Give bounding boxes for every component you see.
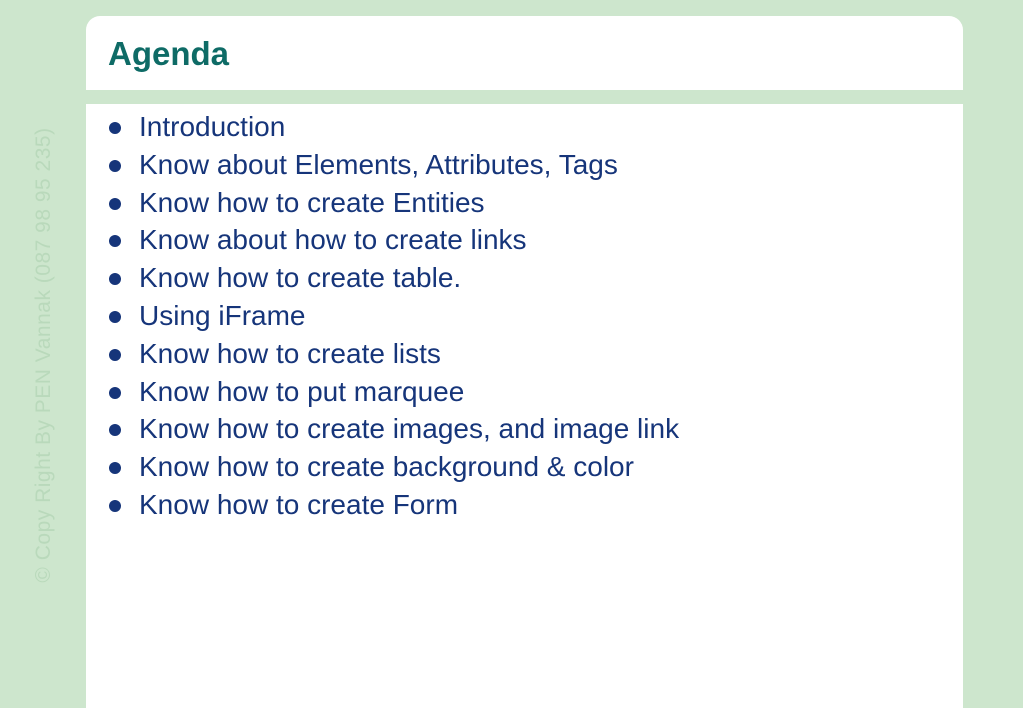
bullet-icon: [109, 386, 121, 399]
agenda-item-label: Know about Elements, Attributes, Tags: [139, 148, 618, 180]
agenda-item-label: Know how to create table.: [139, 262, 462, 294]
bullet-icon: [109, 424, 121, 437]
bullet-icon: [109, 122, 121, 134]
agenda-item-label: Know about how to create links: [139, 224, 527, 256]
agenda-item-label: Know how to create lists: [139, 337, 441, 369]
bullet-icon: [109, 462, 121, 475]
agenda-item-label: Using iFrame: [139, 299, 306, 331]
agenda-item-label: Introduction: [139, 111, 286, 142]
bullet-icon: [109, 197, 121, 210]
slide-background: © Copy Right By PEN Vannak (087 98 95 23…: [0, 0, 1023, 708]
bullet-icon: [109, 499, 121, 512]
content-panel: Introduction Know about Elements, Attrib…: [86, 104, 963, 708]
agenda-item-label: Know how to put marquee: [139, 375, 465, 407]
copyright-watermark: © Copy Right By PEN Vannak (087 98 95 23…: [32, 127, 55, 583]
title-panel: Agenda: [86, 16, 963, 90]
agenda-item-label: Know how to create background & color: [139, 451, 634, 483]
bullet-icon: [109, 235, 121, 248]
agenda-item-label: Know how to create Entities: [139, 186, 485, 218]
agenda-item-label: Know how to create images, and image lin…: [139, 413, 680, 445]
bullet-icon: [109, 159, 121, 172]
bullet-icon: [109, 348, 121, 361]
title-divider: [86, 90, 963, 104]
bullet-icon: [109, 310, 121, 323]
agenda-item-label: Know how to create Form: [139, 488, 459, 520]
bullet-icon: [109, 273, 121, 286]
slide-title: Agenda: [108, 35, 230, 72]
